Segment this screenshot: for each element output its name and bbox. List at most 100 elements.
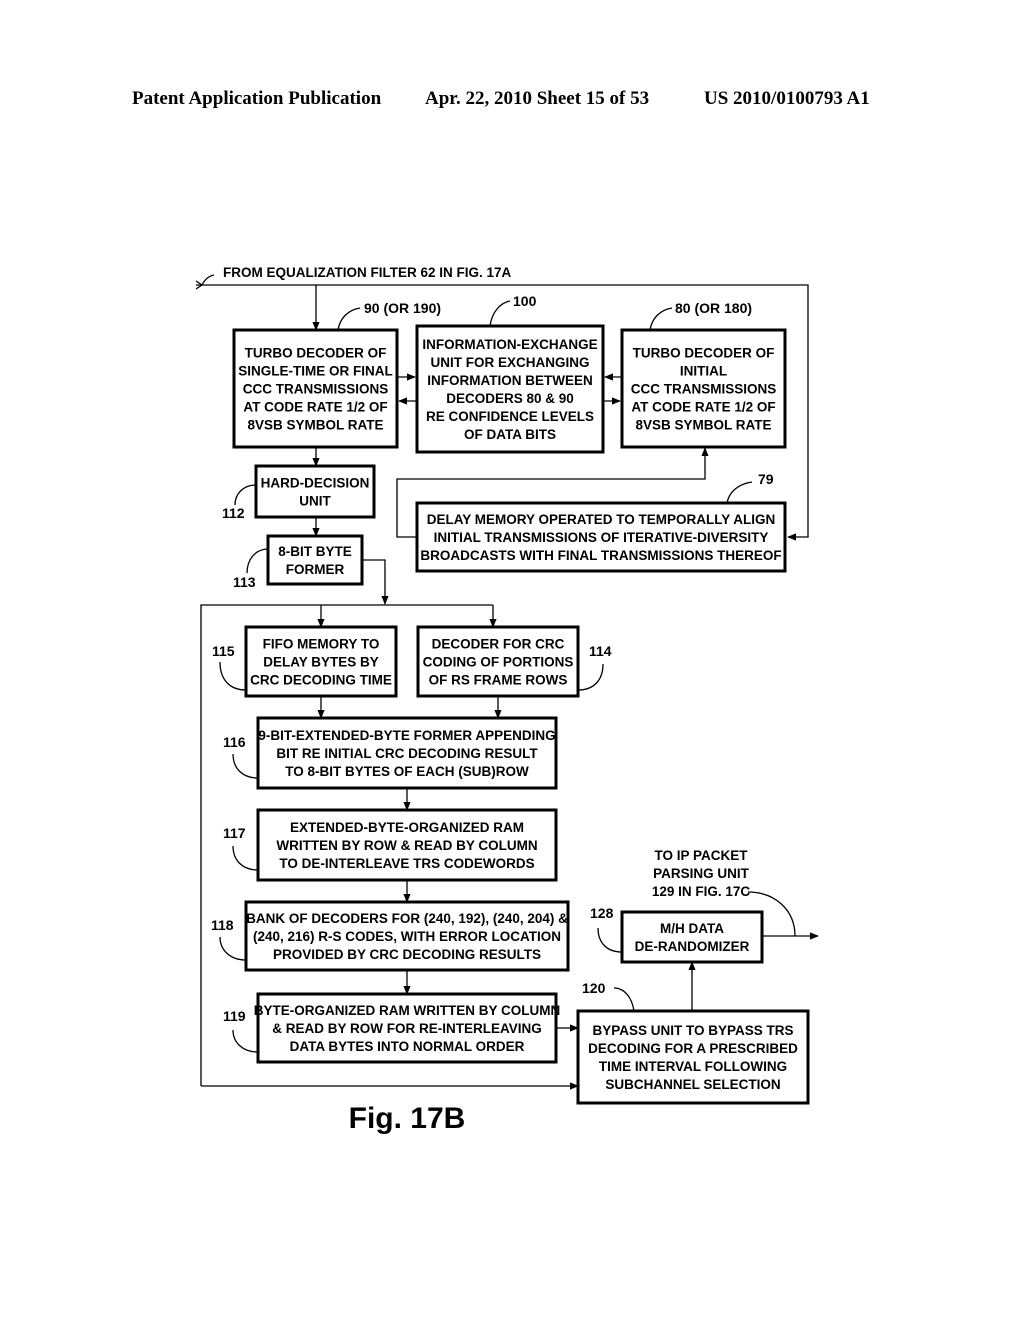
reference-number: 79 [758,471,774,487]
block-text-line: OF RS FRAME ROWS [429,673,568,688]
reference-number: 117 [223,825,246,841]
reference-number: 120 [582,980,606,996]
block-text-line: DELAY MEMORY OPERATED TO TEMPORALLY ALIG… [427,512,776,527]
figure-caption: Fig. 17B [349,1102,466,1135]
reference-leader [232,753,259,779]
blocks: TURBO DECODER OF SINGLE-TIME OR FINAL CCC … [211,293,810,1105]
block-text-line: FORMER [286,562,345,577]
block-text-line: BYTE-ORGANIZED RAM WRITTEN BY COLUMN [254,1003,561,1018]
block-text-line: DECODING FOR A PRESCRIBED [588,1041,798,1056]
reference-number: 119 [223,1008,246,1024]
block-text-line: BIT RE INITIAL CRC DECODING RESULT [276,746,538,761]
block-118: BANK OF DECODERS FOR (240, 192), (240, 2… [211,900,570,972]
input-label: FROM EQUALIZATION FILTER 62 IN FIG. 17A [223,265,512,280]
block-text-line: DE-RANDOMIZER [635,939,750,954]
input-leader [201,274,215,286]
block-120: BYPASS UNIT TO BYPASS TRS DECODING FOR A … [576,980,810,1105]
reference-number: 112 [222,505,245,521]
reference-leader [489,300,511,327]
block-text-line: UNIT FOR EXCHANGING [430,355,589,370]
output-label-line: PARSING UNIT [653,866,750,881]
block-100: INFORMATION-EXCHANGE UNIT FOR EXCHANGING I… [415,293,605,454]
block-text-line: AT CODE RATE 1/2 OF [243,400,387,415]
reference-leader [234,484,257,506]
reference-leader [726,481,753,504]
block-116: 9-BIT-EXTENDED-BYTE FORMER APPENDING BIT … [223,716,558,790]
block-text-line: OF DATA BITS [464,427,556,442]
block-text-line: INITIAL TRANSMISSIONS OF ITERATIVE-DIVER… [434,530,769,545]
output-label-line: 129 IN FIG. 17C [652,884,751,899]
block-128: M/H DATA DE-RANDOMIZER 128 [590,905,764,964]
block-text-line: 8-BIT BYTE [278,544,352,559]
reference-leader [613,987,635,1012]
block-text-line: BROADCASTS WITH FINAL TRANSMISSIONS THER… [420,548,781,563]
block-80: TURBO DECODER OF INITIAL CCC TRANSMISSIONS… [620,300,787,449]
block-text-line: INFORMATION-EXCHANGE [422,337,597,352]
reference-number: 100 [513,293,537,309]
block-text-line: CCC TRANSMISSIONS [243,382,389,397]
block-text-line: TIME INTERVAL FOLLOWING [599,1059,787,1074]
output-label-line: TO IP PACKET [654,848,748,863]
reference-leader [219,936,247,961]
block-text-line: PROVIDED BY CRC DECODING RESULTS [273,947,541,962]
block-text-line: UNIT [299,494,331,509]
block-text-line: 9-BIT-EXTENDED-BYTE FORMER APPENDING [258,728,555,743]
block-79: DELAY MEMORY OPERATED TO TEMPORALLY ALIG… [415,471,787,573]
block-box [254,464,376,519]
reference-leader [232,1029,259,1053]
reference-leader [597,927,623,953]
reference-number: 118 [211,917,234,933]
block-text-line: CODING OF PORTIONS [423,655,574,670]
block-text-line: 8VSB SYMBOL RATE [635,418,771,433]
block-text-line: RE CONFIDENCE LEVELS [426,409,594,424]
block-text-line: SUBCHANNEL SELECTION [605,1077,780,1092]
block-text-line: AT CODE RATE 1/2 OF [631,400,775,415]
block-text-line: BANK OF DECODERS FOR (240, 192), (240, 2… [246,911,568,926]
block-119: BYTE-ORGANIZED RAM WRITTEN BY COLUMN & RE… [223,992,561,1064]
reference-number: 115 [212,643,235,659]
block-text-line: TURBO DECODER OF [245,346,387,361]
block-115: FIFO MEMORY TO DELAY BYTES BY CRC DECODING… [212,625,398,698]
reference-number: 116 [223,734,246,750]
reference-leader [232,845,259,871]
reference-leader [649,307,673,331]
block-114: DECODER FOR CRC CODING OF PORTIONS OF RS F… [416,625,612,698]
reference-leader [246,548,269,574]
reference-leader [577,663,604,691]
block-text-line: DELAY BYTES BY [263,655,379,670]
block-text-line: DECODERS 80 & 90 [446,391,574,406]
block-text-line: M/H DATA [660,921,724,936]
block-113: 8-BIT BYTE FORMER 113 [233,534,364,590]
reference-number: 80 (OR 180) [675,300,752,316]
block-text-line: TURBO DECODER OF [633,346,775,361]
block-text-line: CRC DECODING TIME [250,673,392,688]
block-text-line: TO DE-INTERLEAVE TRS CODEWORDS [279,856,534,871]
block-text-line: TO 8-BIT BYTES OF EACH (SUB)ROW [285,764,529,779]
block-112: HARD-DECISION UNIT 112 [222,464,376,521]
block-117: EXTENDED-BYTE-ORGANIZED RAM WRITTEN BY RO… [223,808,558,882]
block-text-line: BYPASS UNIT TO BYPASS TRS [592,1023,793,1038]
block-text-line: SINGLE-TIME OR FINAL [238,364,393,379]
block-text-line: DECODER FOR CRC [432,637,565,652]
block-text-line: (240, 216) R-S CODES, WITH ERROR LOCATIO… [253,929,561,944]
block-text-line: INITIAL [680,364,727,379]
block-text-line: EXTENDED-BYTE-ORGANIZED RAM [290,820,524,835]
reference-leader [219,661,247,691]
block-90: TURBO DECODER OF SINGLE-TIME OR FINAL CCC … [232,300,441,449]
block-text-line: WRITTEN BY ROW & READ BY COLUMN [276,838,537,853]
arrow-113-split [362,559,389,605]
reference-number: 90 (OR 190) [364,300,441,316]
block-text-line: & READ BY ROW FOR RE-INTERLEAVING [272,1021,542,1036]
reference-number: 128 [590,905,614,921]
block-box [620,910,764,964]
reference-number: 114 [589,643,612,659]
reference-leader [337,307,361,331]
block-text-line: DATA BYTES INTO NORMAL ORDER [290,1039,525,1054]
block-text-line: 8VSB SYMBOL RATE [247,418,383,433]
block-text-line: FIFO MEMORY TO [263,637,380,652]
block-text-line: HARD-DECISION [261,476,370,491]
block-text-line: CCC TRANSMISSIONS [631,382,777,397]
block-diagram: FROM EQUALIZATION FILTER 62 IN FIG. 17A … [195,265,819,1135]
reference-number: 113 [233,574,256,590]
block-text-line: INFORMATION BETWEEN [427,373,593,388]
